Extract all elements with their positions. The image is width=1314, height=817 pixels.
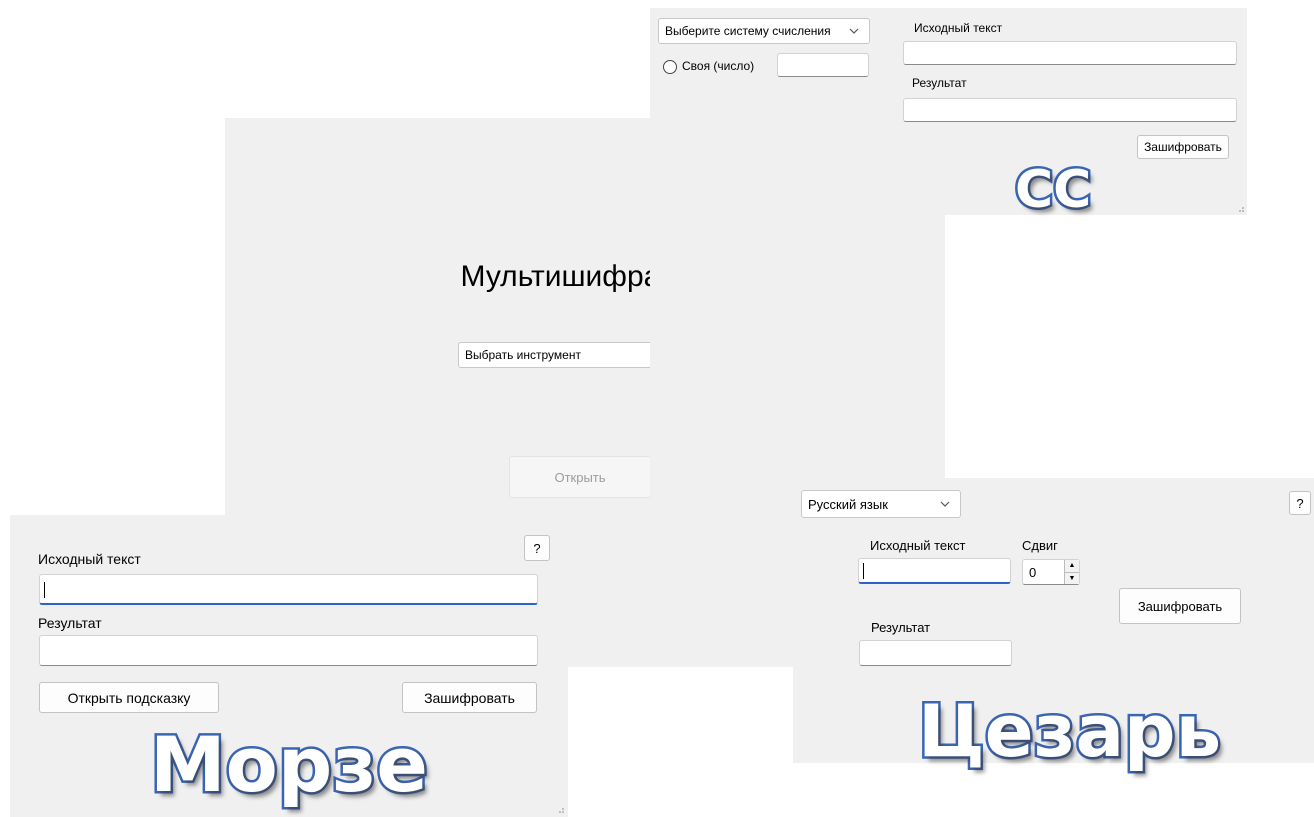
shift-label: Сдвиг [1022, 538, 1058, 553]
help-button[interactable]: ? [524, 535, 550, 561]
shift-spinbox[interactable]: 0 ▲ ▼ [1022, 559, 1080, 585]
resize-grip-icon[interactable] [1235, 203, 1245, 213]
cc-caption: СС [1012, 160, 1093, 220]
chevron-down-icon [940, 501, 950, 507]
result-input[interactable] [859, 640, 1012, 666]
custom-base-radio[interactable] [663, 60, 677, 74]
language-select[interactable]: Русский язык [801, 490, 961, 518]
spin-up-icon[interactable]: ▲ [1065, 560, 1079, 572]
text-caret [44, 582, 45, 598]
custom-base-input[interactable] [777, 53, 869, 77]
source-text-input[interactable] [858, 558, 1011, 584]
morse-caption: Морзе [148, 720, 431, 809]
open-hint-button[interactable]: Открыть подсказку [39, 682, 219, 713]
shift-value: 0 [1029, 564, 1037, 580]
main-window-lower [565, 515, 795, 667]
numeral-system-select[interactable]: Выберите систему счисления [658, 18, 870, 44]
source-text-input[interactable] [903, 41, 1237, 65]
result-label: Результат [912, 76, 967, 90]
result-input[interactable] [903, 98, 1237, 122]
numeral-system-select-value: Выберите систему счисления [665, 24, 831, 38]
resize-grip-icon[interactable] [555, 804, 565, 814]
result-input[interactable] [39, 635, 538, 666]
custom-base-label: Своя (число) [682, 59, 755, 73]
main-window-extension [650, 215, 945, 518]
help-button[interactable]: ? [1289, 491, 1311, 515]
source-text-label: Исходный текст [914, 21, 1003, 35]
encrypt-button[interactable]: Зашифровать [1119, 588, 1241, 624]
source-text-label: Исходный текст [38, 551, 141, 567]
encrypt-button[interactable]: Зашифровать [1137, 135, 1229, 159]
result-label: Результат [871, 620, 931, 635]
language-select-value: Русский язык [808, 496, 888, 512]
open-button[interactable]: Открыть [509, 456, 651, 498]
source-text-label: Исходный текст [870, 538, 966, 553]
chevron-down-icon [849, 28, 859, 34]
result-label: Результат [38, 615, 102, 631]
text-caret [863, 563, 864, 579]
encrypt-button[interactable]: Зашифровать [402, 682, 537, 713]
source-text-input[interactable] [39, 574, 538, 605]
caesar-caption: Цезарь [915, 689, 1223, 773]
spin-down-icon[interactable]: ▼ [1065, 571, 1079, 584]
cc-window: Выберите систему счисления Своя (число) … [650, 8, 1247, 215]
main-window: Мультишифратор Выбрать инструмент Открыт… [225, 118, 710, 518]
